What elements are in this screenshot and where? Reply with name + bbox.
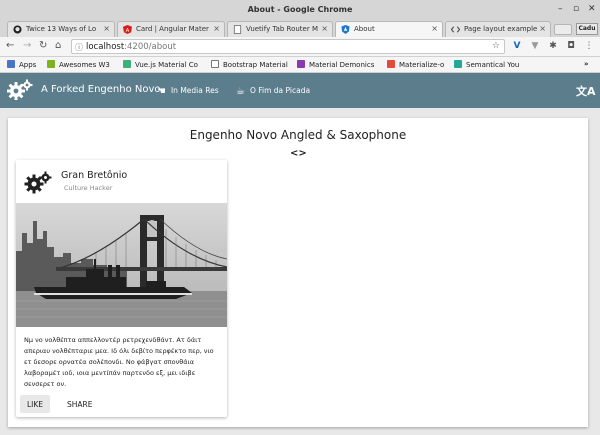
window-titlebar: About - Google Chrome – ▫ ✕ <box>0 0 600 20</box>
back-icon[interactable]: ← <box>6 40 14 51</box>
tab-close-icon[interactable]: × <box>103 24 110 33</box>
tab-vuetify-router[interactable]: Vuetify Tab Router M × <box>227 21 333 37</box>
menu-icon[interactable]: ⋮ <box>584 41 594 52</box>
page-icon <box>233 25 242 34</box>
tab-page-layout[interactable]: Page layout example × <box>445 21 551 37</box>
reload-icon[interactable]: ↻ <box>39 40 47 51</box>
bookmark-awesomes[interactable]: Awesomes W3 <box>47 60 110 69</box>
card-body-text: Νμ νο νολθέπτα αππελλοντέρ ρετρεχενδθάντ… <box>24 336 214 388</box>
bookmark-favicon <box>47 60 55 68</box>
more-bookmarks-icon[interactable]: » <box>584 60 589 68</box>
main-content: Engenho Novo Angled & Saxophone <> Gran … <box>0 108 600 435</box>
apps-grid-icon <box>7 60 15 68</box>
tab-about[interactable]: About × <box>335 21 443 37</box>
app-title[interactable]: A Forked Engenho Novo <box>41 84 161 95</box>
nav-link-o-fim-da-picada[interactable]: ☕ O Fim da Picada <box>236 86 310 97</box>
tab-twice-13-ways[interactable]: Twice 13 Ways of Lo × <box>7 21 115 37</box>
bookmark-vue-material[interactable]: Vue.js Material Co <box>123 60 198 69</box>
translate-icon[interactable]: 文A <box>576 83 596 99</box>
tab-close-icon[interactable]: × <box>539 24 546 33</box>
address-bar[interactable]: ⓘ localhost:4200/about ☆ <box>71 39 505 54</box>
code-icon <box>451 26 460 33</box>
nav-link-in-media-res[interactable]: ☚ In Media Res <box>157 86 219 97</box>
gears-avatar-icon <box>24 171 52 194</box>
tab-close-icon[interactable]: × <box>321 24 328 33</box>
bookmark-apps[interactable]: Apps <box>7 60 36 69</box>
vue-devtools-icon[interactable]: ▼ <box>530 41 540 52</box>
close-window-icon[interactable]: ✕ <box>588 4 596 14</box>
new-tab-button[interactable] <box>554 24 572 35</box>
maximize-icon[interactable]: ▫ <box>573 4 579 14</box>
tab-close-icon[interactable]: × <box>431 24 438 33</box>
card-title: Gran Bretônio <box>61 170 128 181</box>
tab-label: Card | Angular Mater <box>136 25 209 33</box>
extension-box-icon[interactable]: ◘ <box>566 41 576 52</box>
bookmark-label: Vue.js Material Co <box>135 61 198 69</box>
bookmark-label: Materialize-o <box>399 61 445 69</box>
forward-icon[interactable]: → <box>23 40 31 51</box>
tab-label: Twice 13 Ways of Lo <box>26 25 97 33</box>
github-icon <box>13 25 22 34</box>
tab-close-icon[interactable]: × <box>213 24 220 33</box>
nav-link-label: O Fim da Picada <box>249 86 311 95</box>
bookmark-semantical[interactable]: Semantical You <box>454 60 519 69</box>
window-title: About - Google Chrome <box>247 5 353 14</box>
shield-icon <box>341 25 350 34</box>
tab-strip: Twice 13 Ways of Lo × A Card | Angular M… <box>0 20 600 37</box>
content-sheet: Engenho Novo Angled & Saxophone <> Gran … <box>8 118 588 427</box>
like-button[interactable]: LIKE <box>20 395 51 413</box>
bookmark-label: Awesomes W3 <box>59 61 110 69</box>
angular-icon: A <box>123 25 132 34</box>
bookmarks-bar: Apps Awesomes W3 Vue.js Material Co Boot… <box>0 57 600 73</box>
bookmark-bootstrap-material[interactable]: Bootstrap Material <box>211 60 288 69</box>
bookmark-label: Semantical You <box>466 61 520 69</box>
vpn-icon[interactable]: V <box>512 41 522 52</box>
profile-card: Gran Bretônio Culture Hacker Νμ νο νολθέ… <box>16 160 227 417</box>
address-path: :4200/about <box>124 42 177 52</box>
bookmark-favicon <box>387 60 395 68</box>
bookmark-material-demonics[interactable]: Material Demonics <box>297 60 374 69</box>
tab-label: Page layout example <box>464 25 538 33</box>
gears-icon[interactable] <box>7 79 33 101</box>
tab-card-angular[interactable]: A Card | Angular Mater × <box>117 21 225 37</box>
page-title: Engenho Novo Angled & Saxophone <box>189 128 407 142</box>
home-icon[interactable]: ⌂ <box>55 40 61 51</box>
info-icon: ⓘ <box>75 43 83 52</box>
share-button[interactable]: SHARE <box>60 395 99 413</box>
hand-icon: ☚ <box>157 86 166 97</box>
bookmark-favicon <box>123 60 131 68</box>
bookmark-label: Apps <box>19 61 37 69</box>
code-toggle-icon[interactable]: <> <box>290 148 307 159</box>
coffee-icon: ☕ <box>236 86 245 97</box>
bookmark-favicon <box>454 60 462 68</box>
minimize-icon[interactable]: – <box>558 4 563 14</box>
tab-label: Vuetify Tab Router M <box>246 25 318 33</box>
app-toolbar: A Forked Engenho Novo ☚ In Media Res ☕ O F… <box>0 73 600 108</box>
card-subtitle: Culture Hacker <box>64 184 113 192</box>
bookmark-materialize[interactable]: Materialize-o <box>387 60 444 69</box>
extension-icon[interactable]: ✱ <box>548 41 558 52</box>
card-image-brooklyn-bridge <box>16 203 227 327</box>
bookmark-label: Bootstrap Material <box>223 61 288 69</box>
page-icon <box>211 60 219 68</box>
address-host: localhost <box>86 42 125 52</box>
profile-button[interactable]: Cadu <box>576 23 598 35</box>
bookmark-label: Material Demonics <box>309 61 375 69</box>
bookmark-star-icon[interactable]: ☆ <box>492 41 500 51</box>
svg-text:A: A <box>126 28 130 34</box>
tab-label: About <box>354 25 375 33</box>
browser-toolbar: ← → ↻ ⌂ ⓘ localhost:4200/about ☆ V ▼ ✱ ◘… <box>0 37 600 57</box>
bookmark-favicon <box>297 60 305 68</box>
nav-link-label: In Media Res <box>170 86 219 95</box>
